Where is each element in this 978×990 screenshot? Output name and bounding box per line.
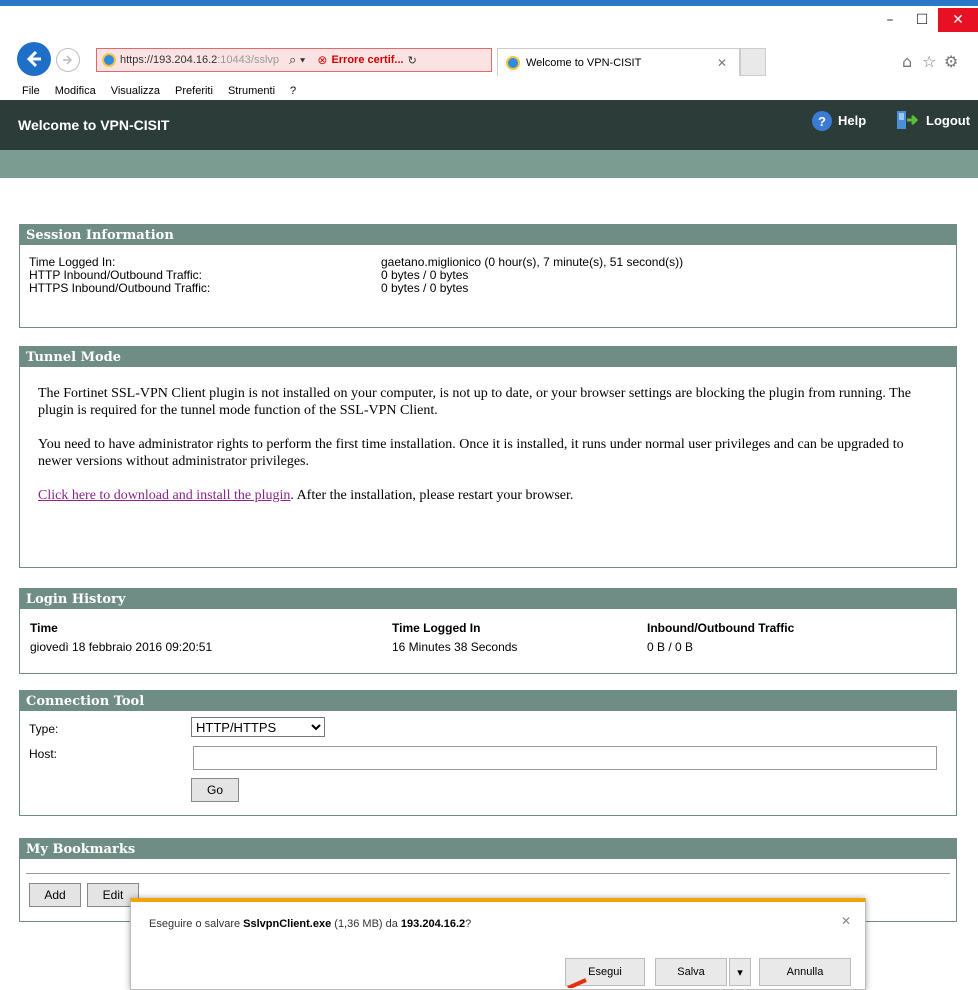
- refresh-icon[interactable]: ↻: [408, 54, 417, 67]
- download-message: Eseguire o salvare SslvpnClient.exe (1,3…: [149, 918, 471, 930]
- download-notification-bar: Eseguire o salvare SslvpnClient.exe (1,3…: [130, 898, 866, 990]
- bookmarks-divider: [26, 873, 950, 874]
- history-cell-logged-in: 16 Minutes 38 Seconds: [392, 640, 518, 654]
- history-cell-time: giovedì 18 febbraio 2016 09:20:51: [30, 640, 213, 654]
- bookmarks-title: My Bookmarks: [20, 839, 956, 859]
- history-panel-title: Login History: [20, 589, 956, 609]
- close-tab-icon[interactable]: ✕: [717, 56, 727, 70]
- add-bookmark-button[interactable]: Add: [29, 883, 81, 907]
- save-button[interactable]: Salva: [655, 958, 727, 986]
- download-prefix: Eseguire o salvare: [149, 918, 244, 930]
- cert-error-label[interactable]: Errore certif...: [331, 54, 403, 66]
- type-select[interactable]: HTTP/HTTPS: [191, 717, 325, 737]
- menu-preferiti[interactable]: Preferiti: [175, 85, 213, 97]
- type-label: Type:: [29, 722, 59, 736]
- forward-button[interactable]: [56, 48, 80, 72]
- download-plugin-link[interactable]: Click here to download and install the p…: [38, 488, 290, 503]
- search-icon[interactable]: ⌕ ▾: [289, 52, 305, 68]
- save-options-chevron-down-icon[interactable]: ▾: [729, 958, 751, 986]
- history-col-traffic: Inbound/Outbound Traffic: [647, 621, 795, 635]
- tab-favicon-icon: [506, 55, 520, 70]
- window-controls: – ☐ ✕: [874, 8, 978, 32]
- logout-link[interactable]: Logout: [926, 113, 970, 128]
- tab-vpn-cisit[interactable]: Welcome to VPN-CISIT ✕: [497, 48, 740, 76]
- back-button[interactable]: [17, 42, 51, 76]
- menu-file[interactable]: File: [22, 85, 40, 97]
- url-host: https://193.204.16.2: [120, 54, 218, 66]
- menu-help[interactable]: ?: [290, 85, 296, 97]
- address-bar[interactable]: https://193.204.16.2 :10443/sslvp ⌕ ▾ ⊗ …: [96, 48, 492, 72]
- menu-strumenti[interactable]: Strumenti: [228, 85, 275, 97]
- page-title: Welcome to VPN-CISIT: [18, 117, 170, 133]
- session-value: 0 bytes / 0 bytes: [381, 281, 469, 295]
- minimize-icon[interactable]: –: [874, 8, 906, 32]
- help-link[interactable]: Help: [838, 113, 866, 128]
- tunnel-panel-title: Tunnel Mode: [20, 347, 956, 367]
- session-row: HTTPS Inbound/Outbound Traffic: 0 bytes …: [29, 282, 956, 295]
- page-header: Welcome to VPN-CISIT ? Help Logout: [0, 100, 978, 150]
- history-cell-traffic: 0 B / 0 B: [647, 640, 694, 654]
- site-favicon-icon: [102, 53, 116, 67]
- history-col-time: Time: [30, 621, 58, 635]
- annotation-arrow-icon: [567, 978, 587, 988]
- history-header-row: Time Time Logged In Inbound/Outbound Tra…: [30, 621, 956, 635]
- session-information-panel: Session Information Time Logged In: gaet…: [19, 224, 957, 328]
- login-history-panel: Login History Time Time Logged In Inboun…: [19, 588, 957, 674]
- close-window-icon[interactable]: ✕: [938, 8, 978, 32]
- home-icon[interactable]: ⌂: [902, 52, 912, 71]
- download-filename: SslvpnClient.exe: [243, 918, 332, 930]
- download-host: 193.204.16.2: [400, 918, 466, 930]
- connection-tool-panel: Connection Tool Type: HTTP/HTTPS Host: G…: [19, 690, 957, 816]
- download-suffix: ?: [465, 918, 472, 930]
- forward-arrow-icon: [63, 55, 73, 65]
- help-icon[interactable]: ?: [812, 111, 832, 131]
- browser-toolbar: https://193.204.16.2 :10443/sslvp ⌕ ▾ ⊗ …: [0, 38, 978, 82]
- maximize-icon[interactable]: ☐: [906, 8, 938, 32]
- favorites-star-icon[interactable]: ☆: [922, 52, 936, 71]
- tunnel-plugin-message: The Fortinet SSL-VPN Client plugin is no…: [38, 386, 911, 418]
- tunnel-mode-panel: Tunnel Mode The Fortinet SSL-VPN Client …: [19, 346, 957, 568]
- menu-visualizza[interactable]: Visualizza: [111, 85, 160, 97]
- download-size: (1,36 MB) da: [331, 918, 401, 930]
- cert-error-icon: ⊗: [317, 53, 328, 67]
- tunnel-download-line: Click here to download and install the p…: [38, 487, 938, 504]
- go-button[interactable]: Go: [191, 778, 239, 802]
- url-path: :10443/sslvp: [217, 54, 280, 66]
- table-row: giovedì 18 febbraio 2016 09:20:51 16 Min…: [30, 640, 956, 654]
- menu-bar: File Modifica Visualizza Preferiti Strum…: [0, 82, 978, 100]
- host-label: Host:: [29, 747, 58, 761]
- cancel-button[interactable]: Annulla: [759, 958, 851, 986]
- tunnel-admin-message: You need to have administrator rights to…: [38, 437, 904, 469]
- connection-tool-title: Connection Tool: [20, 691, 956, 711]
- tunnel-restart-note: . After the installation, please restart…: [290, 488, 574, 503]
- back-arrow-icon: [26, 50, 41, 68]
- tab-title: Welcome to VPN-CISIT: [526, 56, 642, 69]
- close-download-icon[interactable]: ✕: [841, 914, 851, 928]
- history-col-logged-in: Time Logged In: [392, 621, 481, 635]
- menu-modifica[interactable]: Modifica: [55, 85, 96, 97]
- header-band: [0, 150, 978, 178]
- logout-icon[interactable]: [896, 109, 918, 131]
- new-tab-button[interactable]: [740, 48, 766, 76]
- session-label: HTTPS Inbound/Outbound Traffic:: [29, 281, 211, 295]
- session-panel-title: Session Information: [20, 225, 956, 245]
- host-input[interactable]: [193, 746, 937, 770]
- gear-icon[interactable]: ⚙: [944, 52, 958, 71]
- window-top-border: [0, 0, 978, 6]
